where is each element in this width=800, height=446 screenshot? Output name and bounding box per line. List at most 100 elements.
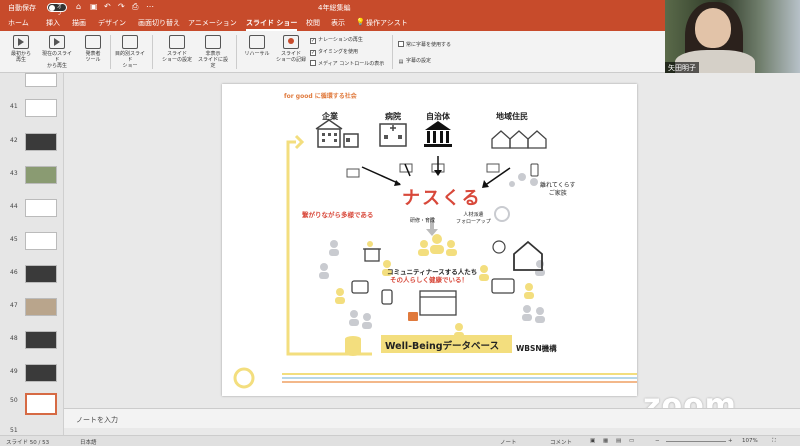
houses-icon (491, 130, 547, 149)
slideshow-view-icon[interactable]: ▭ (629, 438, 634, 444)
slide-thumbnail[interactable] (25, 99, 57, 117)
tab-slideshow[interactable]: スライド ショー (246, 18, 298, 31)
loop-arrow (294, 134, 305, 150)
arrow (404, 163, 411, 177)
language-indicator[interactable]: 日本語 (80, 438, 97, 446)
play-from-current-button[interactable]: 現在のスライド から再生 (40, 35, 74, 69)
check-narration-label: ナレーションの再生 (318, 37, 363, 43)
slide-thumbnail[interactable] (25, 166, 57, 184)
redo-icon[interactable]: ↷ (118, 2, 125, 11)
play-from-start-button[interactable]: 最初から 再生 (4, 35, 38, 63)
rehearse-button[interactable]: リハーサル (240, 35, 274, 57)
undo-icon[interactable]: ↶ (104, 2, 111, 11)
custom-show-label: 目的別スライド ショー (114, 51, 145, 69)
loop-line (286, 140, 296, 356)
database-label: Well-Beingデータベース (385, 341, 500, 352)
nasukuru-logo-text: ナスくる (402, 188, 482, 209)
slide-thumbnail[interactable] (25, 265, 57, 283)
notes-toggle[interactable]: ノート (500, 438, 517, 446)
slide-thumbnail[interactable] (25, 199, 57, 217)
phone-icon (530, 163, 539, 177)
people-group-icon (418, 234, 457, 256)
shop-icon (343, 133, 359, 148)
slide-number: 49 (10, 368, 18, 375)
status-bar: スライド 50 / 53 日本語 ノート コメント ▣ ▦ ▤ ▭ − + 10… (0, 435, 800, 446)
play-current-icon (49, 35, 65, 49)
check-narration[interactable]: ✓ ナレーションの再生 (310, 36, 363, 44)
ambulance-icon (491, 278, 515, 294)
tab-view[interactable]: 表示 (331, 18, 345, 28)
check-timings-label: タイミングを使用 (318, 49, 359, 55)
fit-slide-icon[interactable]: ⛶ (772, 438, 776, 445)
zoom-out-icon[interactable]: − (655, 438, 660, 444)
database-icon (345, 336, 361, 356)
tab-tell-me[interactable]: 操作アシスト (366, 18, 408, 28)
reading-view-icon[interactable]: ▤ (616, 438, 621, 444)
slide-thumbnail[interactable] (25, 133, 57, 151)
ribbon-divider (110, 35, 111, 69)
comments-toggle[interactable]: コメント (550, 438, 572, 446)
setup-show-button[interactable]: スライド ショーの設定 (160, 35, 194, 63)
participant-face (695, 8, 731, 48)
slide-thumbnail[interactable] (25, 331, 57, 349)
slide-number: 48 (10, 335, 18, 342)
family-icon (509, 173, 538, 187)
slide-thumbnail[interactable] (25, 232, 57, 250)
slide-thumbnail[interactable] (25, 298, 57, 316)
print-icon[interactable]: ⎙ (132, 2, 138, 12)
stripe-orange (282, 381, 637, 383)
presenter-view-button[interactable]: 発表者 ツール (76, 35, 110, 63)
ribbon: 最初から 再生 現在のスライド から再生 発表者 ツール 目的別スライド ショー… (0, 31, 665, 73)
home-icon[interactable]: ⌂ (76, 2, 81, 11)
autosave-toggle[interactable]: オフ (47, 3, 67, 17)
zoom-in-icon[interactable]: + (728, 438, 733, 444)
dispatch-label: 人材派遣 フォローアップ (456, 212, 491, 225)
lightbulb-icon: 💡 (356, 18, 365, 26)
tab-draw[interactable]: 描画 (72, 18, 86, 28)
app-window: 自動保存 オフ ⌂ ▣ ↶ ↷ ⎙ ⋯ 4年総集編 ホーム 挿入 描画 デザイン… (0, 0, 800, 446)
sorter-view-icon[interactable]: ▦ (603, 438, 608, 444)
notes-pane[interactable]: ノートを入力 (64, 408, 800, 428)
presenter-icon (85, 35, 101, 49)
slide-thumbnail-selected[interactable] (25, 393, 57, 415)
slide-number: 50 (10, 397, 18, 404)
check-media-controls[interactable]: メディア コントロールの表示 (310, 60, 384, 67)
record-show-label: スライド ショーの記録 (275, 51, 306, 63)
tab-transitions[interactable]: 画面切り替え (138, 18, 180, 28)
arrow-head (434, 170, 442, 176)
food-bag-icon (408, 312, 418, 321)
current-slide[interactable]: for good に循環する社会 企業 病院 自治体 地域住民 ナスくる 研修・… (222, 84, 637, 396)
tab-review[interactable]: 校閲 (306, 18, 320, 28)
more-icon[interactable]: ⋯ (146, 2, 154, 11)
slide-thumbnail[interactable] (25, 73, 57, 87)
custom-show-icon (122, 35, 138, 49)
hospital-icon (379, 123, 407, 147)
tab-home[interactable]: ホーム (8, 18, 29, 28)
record-show-button[interactable]: スライド ショーの記録 (274, 35, 308, 63)
tab-design[interactable]: デザイン (98, 18, 126, 28)
normal-view-icon[interactable]: ▣ (590, 438, 595, 444)
slide-counter: スライド 50 / 53 (6, 440, 50, 446)
tab-animations[interactable]: アニメーション (188, 18, 237, 28)
money-icon (346, 168, 360, 178)
training-label: 研修・育成 (410, 218, 436, 224)
play-from-start-label: 最初から 再生 (10, 51, 31, 63)
hide-slide-button[interactable]: 非表示 スライドに設定 (196, 35, 230, 69)
check-subtitles[interactable]: 常に字幕を使用する (398, 41, 451, 48)
arrow (483, 167, 511, 187)
zoom-slider[interactable] (666, 441, 726, 442)
setup-show-label: スライド ショーの設定 (161, 51, 192, 63)
slide-thumbnail-pane[interactable]: 41 42 43 44 45 46 47 48 49 50 51 (0, 73, 64, 435)
save-icon[interactable]: ▣ (90, 2, 98, 11)
ribbon-tabs: ホーム 挿入 描画 デザイン 画面切り替え アニメーション スライド ショー 校… (0, 15, 665, 31)
zoom-level[interactable]: 107% (742, 438, 758, 444)
rehearse-label: リハーサル (244, 51, 270, 57)
custom-show-button[interactable]: 目的別スライド ショー (113, 35, 147, 69)
subtitle-settings-button[interactable]: ▤ 字幕の設定 (398, 57, 431, 66)
hide-slide-label: 非表示 スライドに設定 (197, 51, 228, 69)
check-timings[interactable]: ✓ タイミングを使用 (310, 48, 358, 56)
tab-insert[interactable]: 挿入 (46, 18, 60, 28)
check-media-label: メディア コントロールの表示 (318, 61, 385, 67)
car-icon (381, 289, 393, 305)
slide-thumbnail[interactable] (25, 364, 57, 382)
